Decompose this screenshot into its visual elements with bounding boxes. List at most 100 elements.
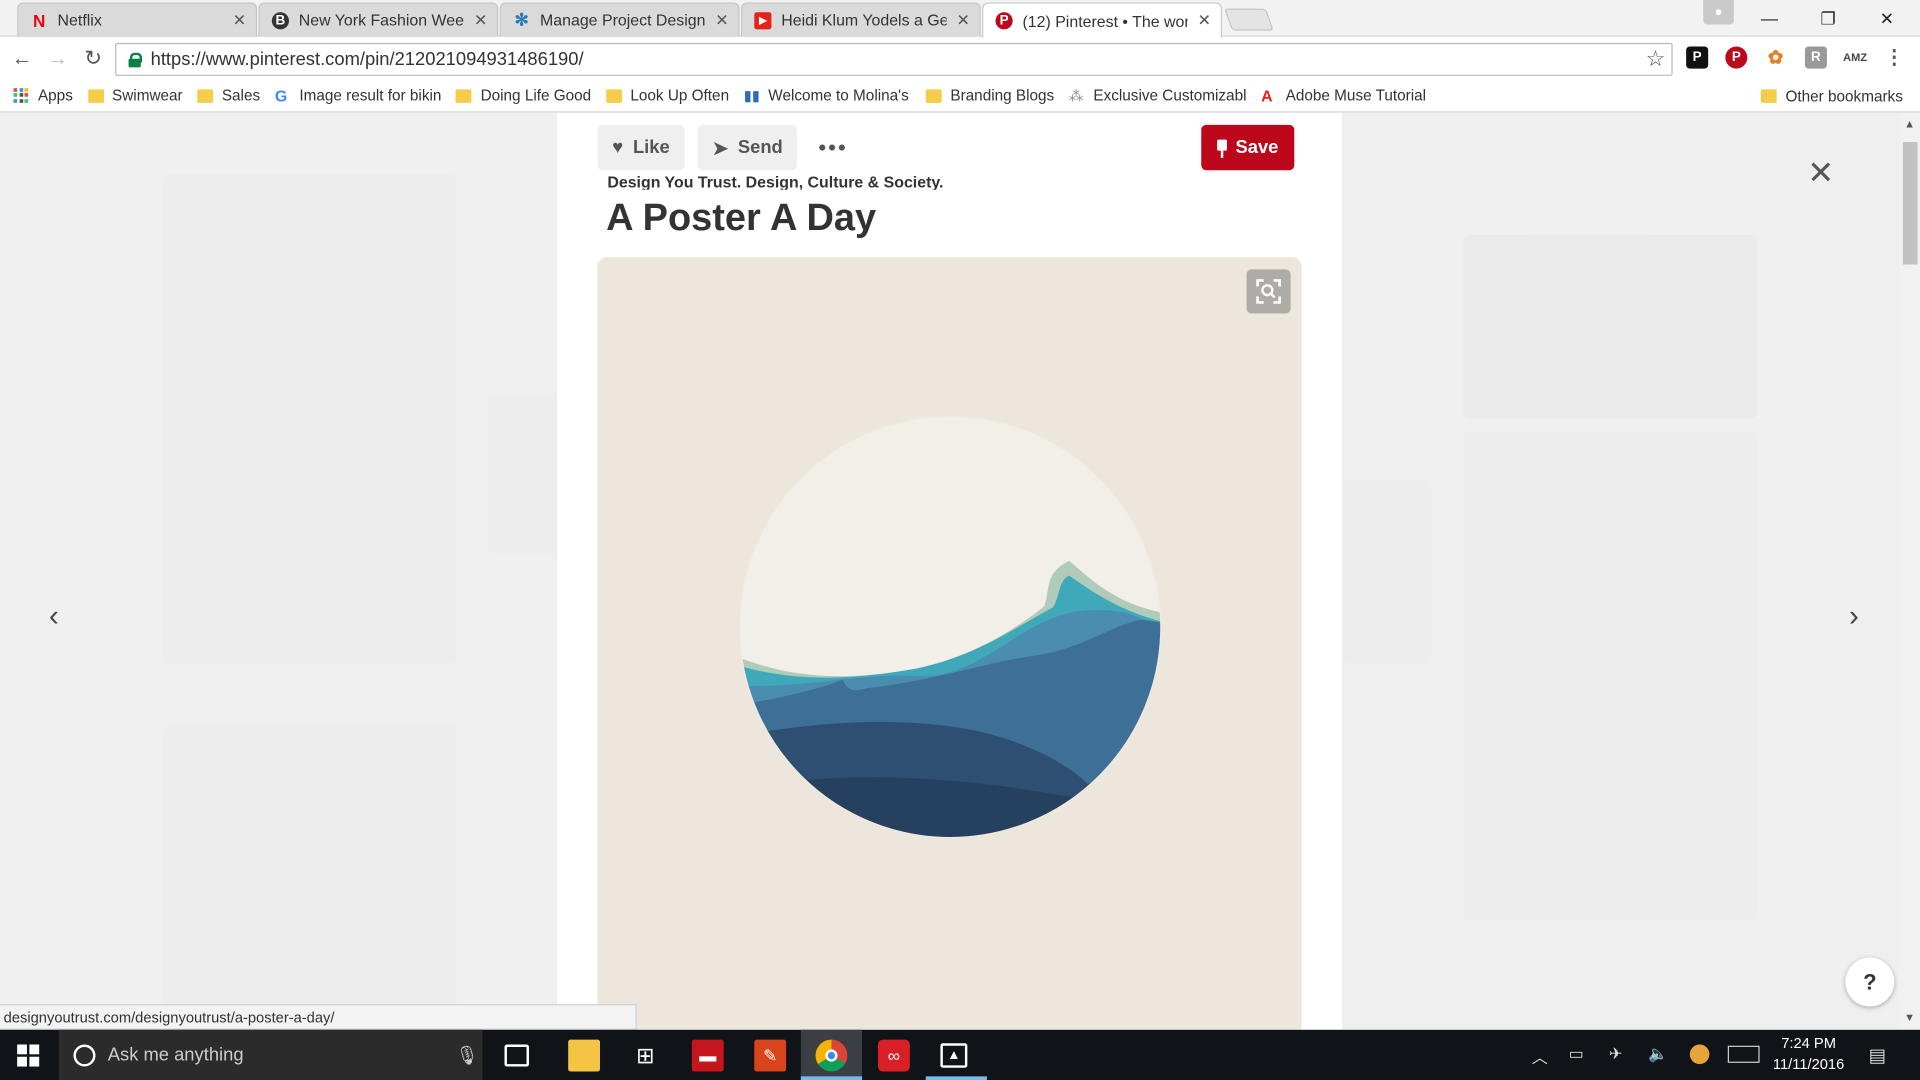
pin-image[interactable]	[597, 257, 1302, 1030]
bookmark-adobe-muse[interactable]: A Adobe Muse Tutorial	[1261, 87, 1426, 104]
bookmarks-bar: Apps Swimwear Sales G Image result for b…	[0, 79, 1920, 113]
show-hidden-icons-icon[interactable]: ︿	[1532, 1044, 1548, 1067]
battery-icon[interactable]: ▭	[1569, 1044, 1584, 1064]
close-tab-icon[interactable]: ✕	[474, 10, 487, 30]
red-app-icon[interactable]: ✎	[754, 1039, 787, 1072]
netflix-icon: N	[32, 10, 46, 31]
save-button[interactable]: Save	[1201, 124, 1295, 171]
task-view-icon[interactable]	[504, 1044, 529, 1067]
tab-pinterest[interactable]: P (12) Pinterest • The worl ✕	[982, 2, 1223, 38]
pin-title: A Poster A Day	[606, 195, 877, 239]
airplane-mode-icon[interactable]: ✈	[1609, 1044, 1622, 1064]
pinterest-extension-icon[interactable]: P	[1725, 46, 1748, 69]
other-bookmarks[interactable]: Other bookmarks	[1760, 80, 1903, 113]
bookmark-branding-blogs[interactable]: Branding Blogs	[925, 87, 1054, 104]
folder-icon	[1760, 89, 1777, 103]
poster-artwork	[597, 257, 1302, 1030]
bookmark-exclusive[interactable]: ⁂ Exclusive Customizabl	[1069, 87, 1247, 104]
bookmark-doing-life-good[interactable]: Doing Life Good	[456, 87, 591, 104]
store-icon[interactable]: ⊞	[629, 1040, 661, 1072]
close-tab-icon[interactable]: ✕	[1198, 11, 1211, 31]
pinterest-page: ‹ › ✕ ? ♥ Like ➤ Send Save Design You Tr…	[0, 112, 1901, 1030]
new-tab-button[interactable]	[1224, 8, 1274, 31]
windows-start-icon[interactable]	[17, 1044, 40, 1067]
chrome-icon[interactable]	[815, 1039, 848, 1072]
cortana-search-box[interactable]: Ask me anything 🎙	[58, 1029, 483, 1080]
ebook-app-icon[interactable]: ▬	[691, 1039, 724, 1072]
adobe-icon: A	[1261, 86, 1273, 105]
bookmark-swimwear[interactable]: Swimwear	[87, 87, 183, 104]
bookmark-image-result[interactable]: G Image result for bikin	[275, 87, 442, 104]
url-text[interactable]: https://www.pinterest.com/pin/2120210949…	[151, 49, 1640, 70]
tab-title: New York Fashion Week	[298, 11, 465, 30]
photos-icon[interactable]: ▲	[940, 1043, 968, 1068]
weather-icon[interactable]	[1689, 1044, 1710, 1065]
close-tab-icon[interactable]: ✕	[715, 10, 728, 30]
paper-plane-icon: ➤	[712, 137, 729, 159]
bookmark-star-icon[interactable]: ☆	[1640, 47, 1672, 73]
google-icon: G	[274, 86, 288, 105]
heart-icon: ♥	[612, 137, 624, 158]
tab-strip: N Netflix ✕ B New York Fashion Week ✕ ✻ …	[0, 0, 1920, 38]
microphone-icon[interactable]: 🎙	[456, 1044, 483, 1066]
honey-extension-icon[interactable]: ✿	[1765, 47, 1787, 69]
p-extension-icon[interactable]: P	[1686, 46, 1709, 69]
tab-title: Manage Project Designs	[540, 11, 706, 30]
minimize-icon[interactable]: —	[1741, 0, 1797, 37]
send-button[interactable]: ➤ Send	[697, 124, 798, 171]
folder-icon	[87, 88, 104, 103]
reload-icon[interactable]: ↻	[80, 45, 107, 72]
tab-youtube[interactable]: ▶ Heidi Klum Yodels a Gerr ✕	[740, 2, 981, 37]
more-options-icon[interactable]	[819, 144, 845, 151]
bookmark-molinas[interactable]: ▮▮ Welcome to Molina's	[744, 87, 909, 104]
file-explorer-icon[interactable]	[568, 1039, 601, 1072]
system-clock[interactable]: 7:24 PM 11/11/2016	[1763, 1033, 1854, 1075]
clock-time: 7:24 PM	[1781, 1034, 1836, 1052]
link-status-bar: designyoutrust.com/designyoutrust/a-post…	[0, 1004, 637, 1030]
scroll-down-icon[interactable]: ▼	[1904, 1011, 1915, 1023]
folder-icon	[456, 88, 473, 103]
page-scrollbar[interactable]: ▲ ▼	[1900, 112, 1920, 1030]
clock-date: 11/11/2016	[1772, 1055, 1845, 1073]
help-button[interactable]: ?	[1845, 957, 1895, 1007]
keyboard-icon[interactable]	[1727, 1045, 1760, 1063]
forward-icon[interactable]: →	[44, 45, 71, 72]
close-modal-icon[interactable]: ✕	[1807, 154, 1834, 192]
tab-title: Netflix	[57, 11, 102, 30]
address-bar[interactable]: https://www.pinterest.com/pin/2120210949…	[115, 42, 1673, 76]
pinterest-icon: P	[995, 12, 1013, 30]
scrollbar-thumb[interactable]	[1902, 142, 1918, 265]
chart-icon: ▮▮	[743, 86, 760, 104]
amz-extension-icon[interactable]: AMZ	[1843, 47, 1867, 69]
creative-cloud-icon[interactable]: ∞	[877, 1039, 910, 1072]
next-pin-arrow-icon[interactable]: ›	[1849, 600, 1859, 634]
tab-netflix[interactable]: N Netflix ✕	[17, 2, 258, 37]
restore-icon[interactable]: ❐	[1800, 0, 1856, 37]
action-center-icon[interactable]: ▤	[1869, 1044, 1886, 1067]
close-window-icon[interactable]: ✕	[1859, 0, 1915, 37]
bookmark-sales[interactable]: Sales	[197, 87, 260, 104]
bookmark-look-up-often[interactable]: Look Up Often	[605, 87, 729, 104]
volume-icon[interactable]: 🔈	[1648, 1044, 1668, 1064]
pin-closeup-modal: ♥ Like ➤ Send Save Design You Trust. Des…	[557, 112, 1343, 1030]
tab-manage-projects[interactable]: ✻ Manage Project Designs ✕	[499, 2, 740, 37]
menu-icon[interactable]: ⋮	[1883, 47, 1905, 69]
gear-icon: ✻	[514, 9, 529, 30]
close-tab-icon[interactable]: ✕	[233, 10, 246, 30]
youtube-icon: ▶	[754, 11, 772, 29]
tab-fashion-week[interactable]: B New York Fashion Week ✕	[258, 2, 499, 37]
folder-icon	[197, 88, 214, 103]
bookmark-apps[interactable]: Apps	[13, 87, 73, 104]
close-tab-icon[interactable]: ✕	[956, 10, 969, 30]
previous-pin-arrow-icon[interactable]: ‹	[49, 600, 59, 634]
folder-icon	[925, 88, 942, 103]
cortana-icon	[73, 1043, 96, 1066]
profile-icon[interactable]: ●	[1703, 0, 1734, 25]
b-icon: B	[271, 11, 289, 29]
back-icon[interactable]: ←	[9, 45, 36, 72]
r-extension-icon[interactable]: R	[1804, 46, 1827, 69]
visual-search-icon[interactable]	[1246, 269, 1291, 314]
scroll-up-icon[interactable]: ▲	[1904, 118, 1915, 130]
like-button[interactable]: ♥ Like	[597, 124, 685, 171]
tab-title: (12) Pinterest • The worl	[1022, 11, 1188, 31]
